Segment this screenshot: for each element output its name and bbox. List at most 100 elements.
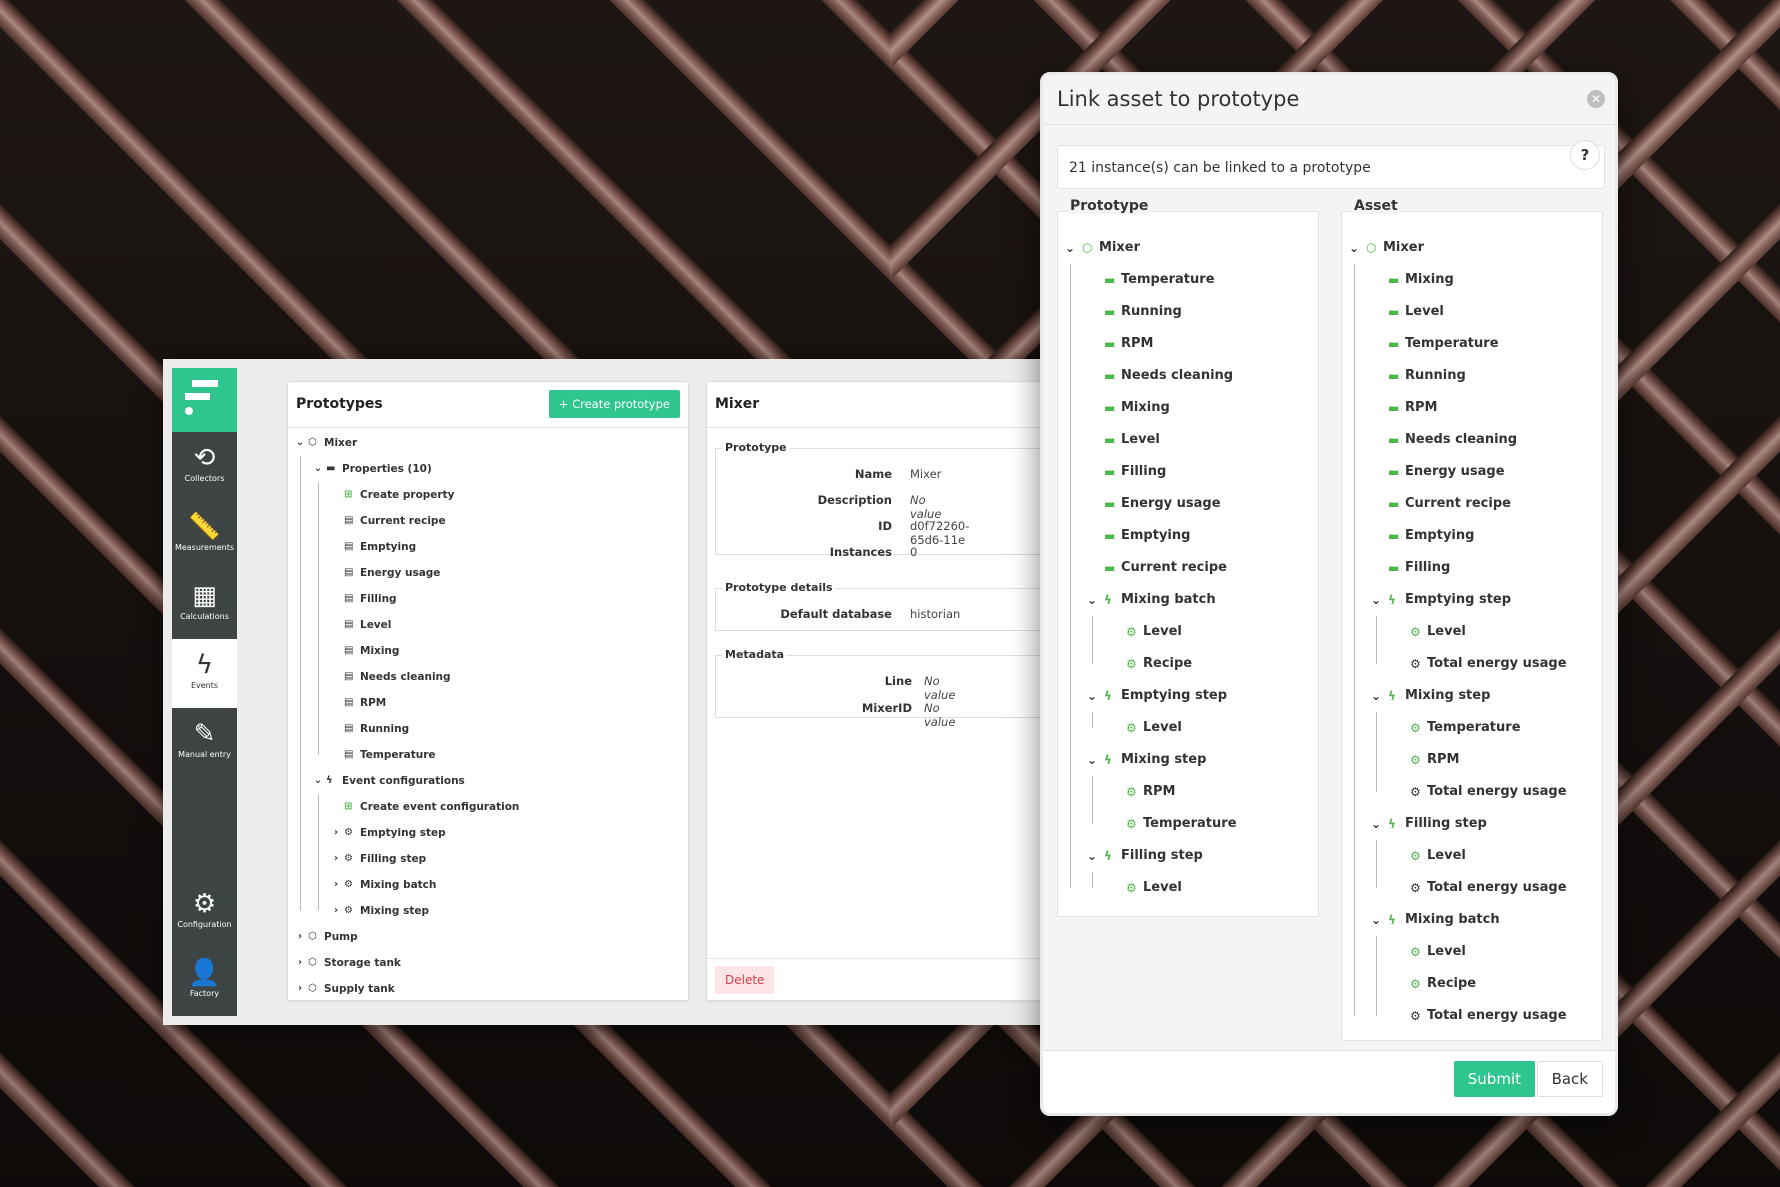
tree-node[interactable]: ⊞ Create event configuration [288, 794, 688, 820]
app-logo[interactable] [172, 368, 237, 432]
tree-node[interactable]: ▬ Needs cleaning [1342, 424, 1602, 456]
chevron-right-icon[interactable]: › [330, 872, 342, 898]
tree-node[interactable]: ▬ Energy usage [1342, 456, 1602, 488]
tree-node[interactable]: ⚙ Total energy usage [1342, 776, 1602, 808]
tree-node[interactable]: › ⚙ Mixing step [288, 898, 688, 924]
tree-node[interactable]: ⚙ Recipe [1058, 648, 1318, 680]
tree-node[interactable]: ▬ RPM [1058, 328, 1318, 360]
tree-node[interactable]: ▬ Current recipe [1058, 552, 1318, 584]
tree-node[interactable]: ⚙ Total energy usage [1342, 1000, 1602, 1032]
chevron-down-icon[interactable]: ⌄ [1370, 808, 1382, 840]
sidebar-item-configuration[interactable]: ⚙ Configuration [172, 878, 237, 947]
tree-node[interactable]: ▤ Filling [288, 586, 688, 612]
tree-node[interactable]: ▬ Needs cleaning [1058, 360, 1318, 392]
sidebar-item-factory[interactable]: 👤 Factory [172, 947, 237, 1016]
tree-node[interactable]: ▬ Emptying [1058, 520, 1318, 552]
sidebar-item-measurements[interactable]: 📏 Measurements [172, 501, 237, 570]
tree-node[interactable]: ⚙ Level [1058, 872, 1318, 904]
tree-node[interactable]: ⌄ ▬ Properties (10) [288, 456, 688, 482]
tree-node[interactable]: ▬ Mixing [1058, 392, 1318, 424]
tree-node[interactable]: ▤ Running [288, 716, 688, 742]
chevron-down-icon[interactable]: ⌄ [1370, 584, 1382, 616]
tree-node[interactable]: ▬ Current recipe [1342, 488, 1602, 520]
tree-node[interactable]: ⌄ ϟ Emptying step [1342, 584, 1602, 616]
chevron-down-icon[interactable]: ⌄ [1086, 584, 1098, 616]
tree-node[interactable]: ▤ Mixing [288, 638, 688, 664]
tree-node[interactable]: ▬ Running [1058, 296, 1318, 328]
delete-button[interactable]: Delete [715, 966, 775, 994]
sidebar-item-events[interactable]: ϟ Events [172, 639, 237, 708]
tree-node[interactable]: ▤ Level [288, 612, 688, 638]
sidebar-item-collectors[interactable]: ⟲ Collectors [172, 432, 237, 501]
tree-node[interactable]: ⚙ Recipe [1342, 968, 1602, 1000]
help-button[interactable]: ? [1570, 140, 1600, 170]
tree-node[interactable]: ⌄ ϟ Filling step [1058, 840, 1318, 872]
chevron-right-icon[interactable]: › [294, 976, 306, 1002]
tree-node[interactable]: ▬ Filling [1058, 456, 1318, 488]
tree-node[interactable]: › ⬡ Supply tank [288, 976, 688, 1002]
tree-node[interactable]: ⊞ Create property [288, 482, 688, 508]
tree-node[interactable]: ▬ Level [1342, 296, 1602, 328]
chevron-down-icon[interactable]: ⌄ [312, 768, 324, 794]
close-icon[interactable]: ✕ [1587, 90, 1605, 108]
tree-node[interactable]: ▬ RPM [1342, 392, 1602, 424]
chevron-down-icon[interactable]: ⌄ [1086, 680, 1098, 712]
tree-node[interactable]: ⚙ Level [1342, 936, 1602, 968]
tree-node[interactable]: ▤ Temperature [288, 742, 688, 768]
tree-node[interactable]: › ⬡ Storage tank [288, 950, 688, 976]
chevron-right-icon[interactable]: › [294, 950, 306, 976]
tree-node[interactable]: ▬ Level [1058, 424, 1318, 456]
tree-node[interactable]: ▬ Mixing [1342, 264, 1602, 296]
tree-node[interactable]: ⌄ ϟ Filling step [1342, 808, 1602, 840]
tree-node[interactable]: ▤ Current recipe [288, 508, 688, 534]
tree-node[interactable]: ▤ Needs cleaning [288, 664, 688, 690]
chevron-down-icon[interactable]: ⌄ [1064, 232, 1076, 264]
tree-node[interactable]: ⌄ ϟ Mixing step [1342, 680, 1602, 712]
tree-node[interactable]: ⚙ RPM [1058, 776, 1318, 808]
tree-node[interactable]: ⌄ ϟ Emptying step [1058, 680, 1318, 712]
tree-node[interactable]: ⚙ Level [1058, 616, 1318, 648]
chevron-down-icon[interactable]: ⌄ [1086, 840, 1098, 872]
tree-node[interactable]: › ⚙ Filling step [288, 846, 688, 872]
tree-node[interactable]: ▬ Temperature [1058, 264, 1318, 296]
tree-node[interactable]: ⚙ Total energy usage [1342, 872, 1602, 904]
tree-node[interactable]: ⌄ ⬡ Mixer [288, 430, 688, 456]
tree-node[interactable]: ⚙ Level [1342, 616, 1602, 648]
chevron-down-icon[interactable]: ⌄ [1370, 680, 1382, 712]
tree-node[interactable]: ⚙ Level [1342, 840, 1602, 872]
chevron-right-icon[interactable]: › [294, 924, 306, 950]
tree-node[interactable]: ▬ Filling [1342, 552, 1602, 584]
chevron-down-icon[interactable]: ⌄ [1086, 744, 1098, 776]
chevron-right-icon[interactable]: › [330, 846, 342, 872]
chevron-down-icon[interactable]: ⌄ [312, 456, 324, 482]
tree-node[interactable]: ⚙ RPM [1342, 744, 1602, 776]
tree-node[interactable]: ⚙ Total energy usage [1342, 648, 1602, 680]
chevron-right-icon[interactable]: › [330, 820, 342, 846]
tree-node[interactable]: › ⚙ Emptying step [288, 820, 688, 846]
tree-node[interactable]: ⌄ ⬡ Mixer [1342, 232, 1602, 264]
tree-node[interactable]: ▤ Energy usage [288, 560, 688, 586]
tree-node[interactable]: ⌄ ϟ Mixing step [1058, 744, 1318, 776]
chevron-right-icon[interactable]: › [330, 898, 342, 924]
tree-node[interactable]: ▬ Energy usage [1058, 488, 1318, 520]
tree-node[interactable]: › ⬡ Pump [288, 924, 688, 950]
submit-button[interactable]: Submit [1453, 1061, 1535, 1097]
tree-node[interactable]: ⌄ ϟ Mixing batch [1342, 904, 1602, 936]
tree-node[interactable]: › ⚙ Mixing batch [288, 872, 688, 898]
chevron-down-icon[interactable]: ⌄ [1370, 904, 1382, 936]
tree-node[interactable]: ⚙ Level [1058, 712, 1318, 744]
tree-node[interactable]: ▤ RPM [288, 690, 688, 716]
tree-node[interactable]: ⚙ Temperature [1058, 808, 1318, 840]
tree-node[interactable]: ▬ Emptying [1342, 520, 1602, 552]
tree-node[interactable]: ▬ Temperature [1342, 328, 1602, 360]
chevron-down-icon[interactable]: ⌄ [1348, 232, 1360, 264]
sidebar-item-calculations[interactable]: ▦ Calculations [172, 570, 237, 639]
tree-node[interactable]: ▤ Emptying [288, 534, 688, 560]
tree-node[interactable]: ▬ Running [1342, 360, 1602, 392]
chevron-down-icon[interactable]: ⌄ [294, 430, 306, 456]
tree-node[interactable]: ⚙ Temperature [1342, 712, 1602, 744]
create-prototype-button[interactable]: + Create prototype [548, 390, 680, 418]
tree-node[interactable]: ⌄ ⬡ Mixer [1058, 232, 1318, 264]
back-button[interactable]: Back [1536, 1061, 1603, 1097]
sidebar-item-manual-entry[interactable]: ✎ Manual entry [172, 708, 237, 777]
